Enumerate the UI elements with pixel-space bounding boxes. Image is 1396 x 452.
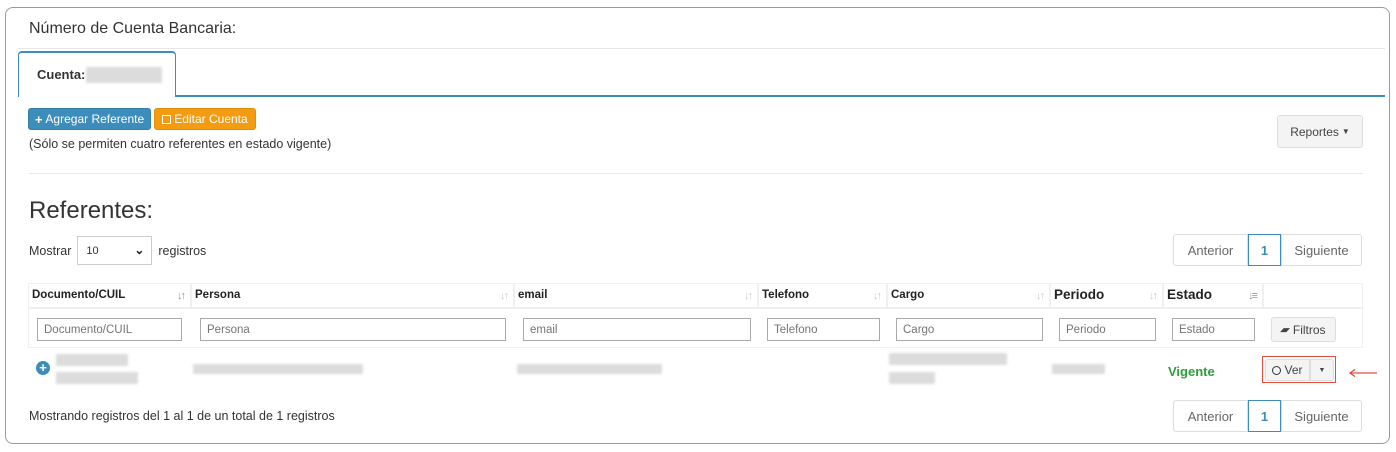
filter-cargo-input[interactable] xyxy=(896,318,1043,341)
pagination-page[interactable]: 1 xyxy=(1248,234,1281,266)
pagination-bottom: Anterior 1 Siguiente xyxy=(1173,400,1362,432)
card-title: Número de Cuenta Bancaria: xyxy=(29,20,237,37)
redacted-cargo xyxy=(889,372,935,384)
column-header-email[interactable]: email ↓↑ xyxy=(514,283,758,308)
column-header-actions xyxy=(1263,283,1363,308)
filter-periodo-input[interactable] xyxy=(1059,318,1156,341)
section-title: Referentes: xyxy=(29,197,154,224)
column-header-estado[interactable]: Estado ↓≡ xyxy=(1163,283,1263,308)
edit-icon xyxy=(162,114,172,124)
column-header-telefono[interactable]: Telefono ↓↑ xyxy=(758,283,887,308)
caret-down-icon: ▼ xyxy=(1341,127,1350,136)
filters-button[interactable]: ▰ Filtros xyxy=(1271,317,1336,342)
length-control: Mostrar 10 ⌄ registros xyxy=(29,236,206,265)
status-badge: Vigente xyxy=(1168,364,1215,379)
reportes-button[interactable]: Reportes ▼ xyxy=(1277,115,1363,148)
arrow-left-icon xyxy=(1348,369,1377,377)
chevron-down-icon: ⌄ xyxy=(134,243,145,257)
column-header-persona[interactable]: Persona ↓↑ xyxy=(191,283,514,308)
expand-row-icon[interactable]: + xyxy=(36,361,50,375)
pagination-top: Anterior 1 Siguiente xyxy=(1173,234,1362,266)
plus-icon: + xyxy=(34,111,43,127)
sort-icon: ↓↑ xyxy=(1149,290,1158,302)
redacted-cargo xyxy=(889,353,1007,365)
sort-icon: ↓↑ xyxy=(744,290,753,302)
filter-telefono-input[interactable] xyxy=(767,318,880,341)
filter-estado-input[interactable] xyxy=(1172,318,1255,341)
redacted-persona xyxy=(193,364,363,374)
divider xyxy=(18,48,1385,49)
table-info: Mostrando registros del 1 al 1 de un tot… xyxy=(29,409,335,423)
sort-desc-icon: ↓≡ xyxy=(1248,290,1258,302)
redacted-periodo xyxy=(1052,364,1105,374)
filter-email-input[interactable] xyxy=(523,318,751,341)
redacted-email xyxy=(517,364,662,374)
page-length-select[interactable]: 10 ⌄ xyxy=(77,236,153,265)
highlight-box xyxy=(1262,356,1336,383)
redacted-documento xyxy=(56,372,138,384)
tab-label: Cuenta: xyxy=(37,67,86,82)
eraser-icon: ▰ xyxy=(1279,324,1292,336)
pagination-next[interactable]: Siguiente xyxy=(1281,400,1362,432)
sort-icon: ↓↑ xyxy=(873,290,882,302)
sort-asc-icon: ↓↑ xyxy=(177,290,186,302)
filter-documento-input[interactable] xyxy=(37,318,182,341)
referentes-note: (Sólo se permiten cuatro referentes en e… xyxy=(29,137,332,151)
pagination-page[interactable]: 1 xyxy=(1248,400,1281,432)
sort-icon: ↓↑ xyxy=(500,290,509,302)
divider xyxy=(29,173,1363,174)
pagination-next[interactable]: Siguiente xyxy=(1281,234,1362,266)
add-referente-button[interactable]: + Agregar Referente xyxy=(28,108,151,130)
sort-icon: ↓↑ xyxy=(1036,290,1045,302)
edit-cuenta-button[interactable]: Editar Cuenta xyxy=(154,108,256,130)
filter-persona-input[interactable] xyxy=(200,318,506,341)
tab-underline xyxy=(18,95,1385,97)
redacted-account-number xyxy=(86,67,162,83)
pagination-prev[interactable]: Anterior xyxy=(1173,400,1248,432)
tab-cuenta[interactable]: Cuenta: xyxy=(18,51,176,97)
column-header-periodo[interactable]: Periodo ↓↑ xyxy=(1050,283,1163,308)
redacted-documento xyxy=(56,354,128,366)
column-header-documento[interactable]: Documento/CUIL ↓↑ xyxy=(28,283,191,308)
pagination-prev[interactable]: Anterior xyxy=(1173,234,1248,266)
column-header-cargo[interactable]: Cargo ↓↑ xyxy=(887,283,1050,308)
